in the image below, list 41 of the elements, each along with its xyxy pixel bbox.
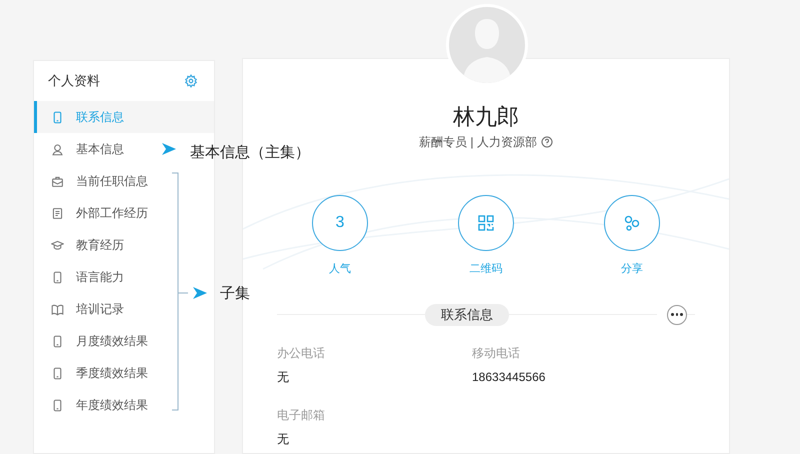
stat-label: 二维码 — [470, 262, 502, 277]
annotation-label: 子集 — [220, 284, 250, 304]
help-icon[interactable] — [540, 136, 553, 148]
phone-icon — [51, 398, 64, 412]
sidebar-title: 个人资料 — [48, 72, 100, 90]
sidebar-item[interactable]: 季度绩效结果 — [34, 357, 159, 389]
sidebar-item[interactable]: 培训记录 — [34, 293, 159, 325]
arrow-icon — [193, 287, 207, 299]
more-button[interactable] — [667, 304, 687, 324]
phone-icon — [51, 366, 64, 380]
arrow-icon — [162, 143, 176, 155]
field-label: 办公电话 — [277, 344, 326, 362]
briefcase-icon — [51, 174, 64, 188]
sidebar-item[interactable]: 年度绩效结果 — [34, 389, 159, 421]
annotation-label: 基本信息（主集） — [190, 143, 310, 163]
field-value: 无 — [277, 368, 290, 386]
field-label: 移动电话 — [472, 344, 521, 362]
document-icon — [51, 206, 64, 220]
qr-code-icon — [478, 215, 494, 231]
sidebar-item[interactable]: 外部工作经历 — [34, 197, 159, 229]
user-icon — [51, 142, 64, 156]
section-title: 联系信息 — [425, 304, 509, 326]
sidebar-item[interactable]: 月度绩效结果 — [34, 325, 159, 357]
job-title: 薪酬专员 | 人力资源部 — [419, 134, 537, 151]
cap-icon — [51, 238, 64, 252]
book-icon — [51, 302, 64, 316]
field-value: 无 — [277, 430, 290, 448]
share-icon — [624, 215, 640, 231]
field-label: 电子邮箱 — [277, 406, 326, 424]
sidebar-item[interactable]: 基本信息 — [34, 133, 159, 165]
phone-icon — [51, 270, 64, 284]
phone-icon — [51, 334, 64, 348]
sidebar-item[interactable]: 当前任职信息 — [34, 165, 159, 197]
sidebar-item[interactable]: 教育经历 — [34, 229, 159, 261]
settings-icon[interactable] — [184, 74, 198, 88]
stat-label: 分享 — [621, 262, 643, 277]
person-name: 林九郎 — [453, 103, 519, 131]
stat-label: 人气 — [329, 262, 351, 277]
field-value: 18633445566 — [472, 368, 546, 386]
sidebar-item[interactable]: 语言能力 — [34, 261, 159, 293]
phone-icon — [51, 110, 64, 124]
